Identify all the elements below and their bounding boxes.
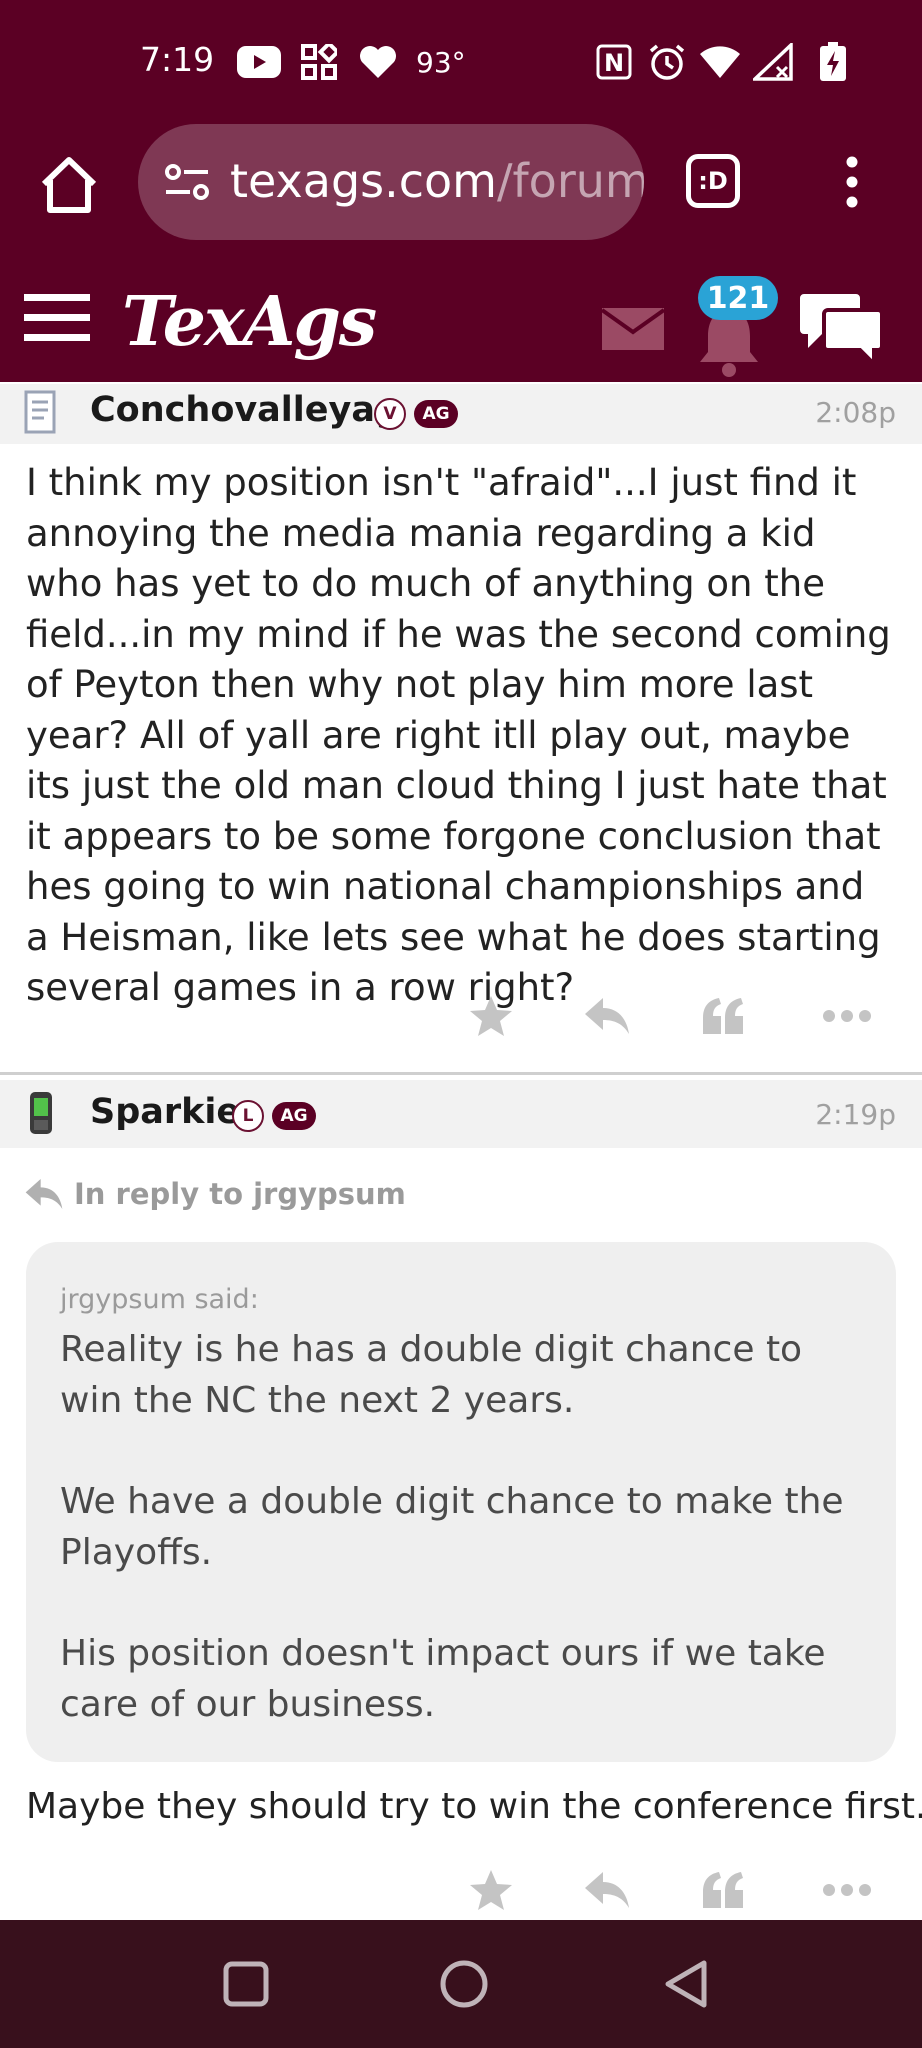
in-reply-to-text: In reply to jrgypsum <box>74 1177 406 1211</box>
home-button[interactable] <box>36 152 102 218</box>
hamburger-menu-icon[interactable] <box>24 294 90 344</box>
post-header: Sparkie L AG 2:19p <box>0 1080 922 1148</box>
in-reply-to-link[interactable]: In reply to jrgypsum <box>24 1174 406 1214</box>
ag-badge: AG <box>272 1102 316 1130</box>
heart-icon <box>358 42 398 82</box>
reply-icon[interactable] <box>580 990 634 1042</box>
tab-switcher-label: :D <box>698 167 728 195</box>
home-nav-button[interactable] <box>434 1954 494 2014</box>
system-navigation-bar <box>0 1920 922 2048</box>
quote-author: jrgypsum said: <box>60 1284 259 1315</box>
star-icon[interactable] <box>464 990 518 1042</box>
svg-text:N: N <box>604 49 624 77</box>
quote-paragraph: We have a double digit chance to make th… <box>60 1481 844 1573</box>
battery-charging-icon <box>816 42 850 82</box>
url-bar[interactable]: texags.com/forum <box>138 124 644 240</box>
avatar[interactable] <box>22 390 60 438</box>
top-chrome: 7:19 93° N texags.com/forum:D TexAgs 12… <box>0 0 922 382</box>
nfc-icon: N <box>594 42 634 82</box>
status-temperature: 93° <box>416 46 466 79</box>
texags-logo[interactable]: TexAgs <box>122 282 377 362</box>
browser-menu-button[interactable] <box>834 154 870 210</box>
post-header: Conchovalleyag V AG 2:08p <box>0 384 922 444</box>
browser-toolbar: texags.com/forum :D <box>0 122 922 242</box>
post-divider <box>0 1072 922 1075</box>
star-icon[interactable] <box>464 1864 518 1916</box>
post-body: I think my position isn't "afraid"...I j… <box>26 461 891 1009</box>
user-status-badge: L <box>232 1100 264 1132</box>
more-options-icon[interactable] <box>820 990 874 1042</box>
quote-block: jrgypsum said: Reality is he has a doubl… <box>26 1242 896 1762</box>
post-username[interactable]: Conchovalleyag <box>90 390 400 430</box>
youtube-icon <box>236 42 282 82</box>
quote-icon[interactable] <box>696 990 750 1042</box>
url-text: texags.com/forum <box>230 154 644 208</box>
post-time: 2:08p <box>815 396 896 429</box>
recents-button[interactable] <box>216 1954 276 2014</box>
ag-badge: AG <box>414 400 458 428</box>
mail-icon[interactable] <box>600 306 666 352</box>
url-path: /forum <box>496 154 644 208</box>
reply-arrow-icon <box>25 1179 63 1209</box>
chat-icon[interactable] <box>798 290 884 370</box>
site-header: TexAgs <box>0 270 922 382</box>
reply-icon[interactable] <box>580 1864 634 1916</box>
alarm-icon <box>646 42 688 82</box>
wifi-icon <box>698 42 742 82</box>
post-actions <box>0 986 922 1046</box>
url-domain: texags.com <box>230 154 497 208</box>
back-button[interactable] <box>656 1954 716 2014</box>
quote-paragraph: Reality is he has a double digit chance … <box>60 1329 803 1421</box>
notification-count-badge[interactable]: 121 <box>698 276 778 320</box>
post-time: 2:19p <box>815 1098 896 1131</box>
quote-paragraph: His position doesn't impact ours if we t… <box>60 1633 826 1725</box>
more-options-icon[interactable] <box>820 1864 874 1916</box>
post-username[interactable]: Sparkie <box>90 1092 240 1132</box>
tab-switcher-button[interactable]: :D <box>686 154 740 208</box>
quote-icon[interactable] <box>696 1864 750 1916</box>
status-bar: 7:19 93° N <box>0 30 922 90</box>
signal-icon <box>752 42 794 82</box>
post-body: Maybe they should try to win the confere… <box>26 1786 922 1827</box>
site-settings-icon[interactable] <box>164 162 210 202</box>
user-status-badge: V <box>374 398 406 430</box>
post-actions <box>0 1860 922 1920</box>
avatar[interactable] <box>22 1090 60 1138</box>
status-time: 7:19 <box>140 40 215 79</box>
dashboard-icon <box>300 42 338 82</box>
